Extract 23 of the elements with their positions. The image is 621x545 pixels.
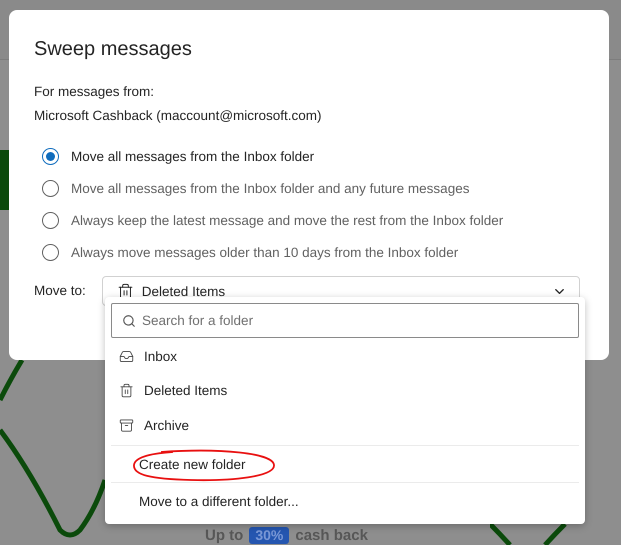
search-field[interactable]: Search for a folder — [111, 303, 579, 338]
menu-action[interactable]: Move to a different folder... — [139, 494, 299, 510]
archive-icon — [119, 418, 134, 433]
menu-action[interactable]: Create new folder — [139, 456, 246, 472]
radio-button[interactable] — [42, 244, 59, 260]
folder-item[interactable]: Deleted Items — [111, 374, 579, 408]
option-label: Move all messages from the Inbox folder — [71, 148, 314, 164]
folder-item[interactable]: Inbox — [111, 339, 579, 374]
dialog-title: Sweep messages — [34, 38, 193, 61]
inbox-icon — [119, 348, 134, 364]
option-label: Always move messages older than 10 days from the Inbox folder — [71, 244, 458, 260]
from-label: For messages from: — [34, 83, 156, 101]
radio-button[interactable] — [42, 180, 59, 196]
search-icon — [122, 314, 136, 328]
sender-text: Microsoft Cashback (maccount@microsoft.com) — [34, 107, 323, 125]
move-to-label: Move to: — [34, 282, 86, 300]
folder-item[interactable]: Archive — [111, 408, 579, 443]
option-label: Always keep the latest message and move the rest from the Inbox folder — [71, 212, 504, 228]
radio-button[interactable] — [42, 212, 59, 228]
option-label: Move all messages from the Inbox folder and any future messages — [71, 180, 470, 196]
trash-icon — [119, 383, 134, 398]
discount-badge: 30% — [249, 527, 290, 544]
radio-button[interactable] — [42, 148, 59, 164]
